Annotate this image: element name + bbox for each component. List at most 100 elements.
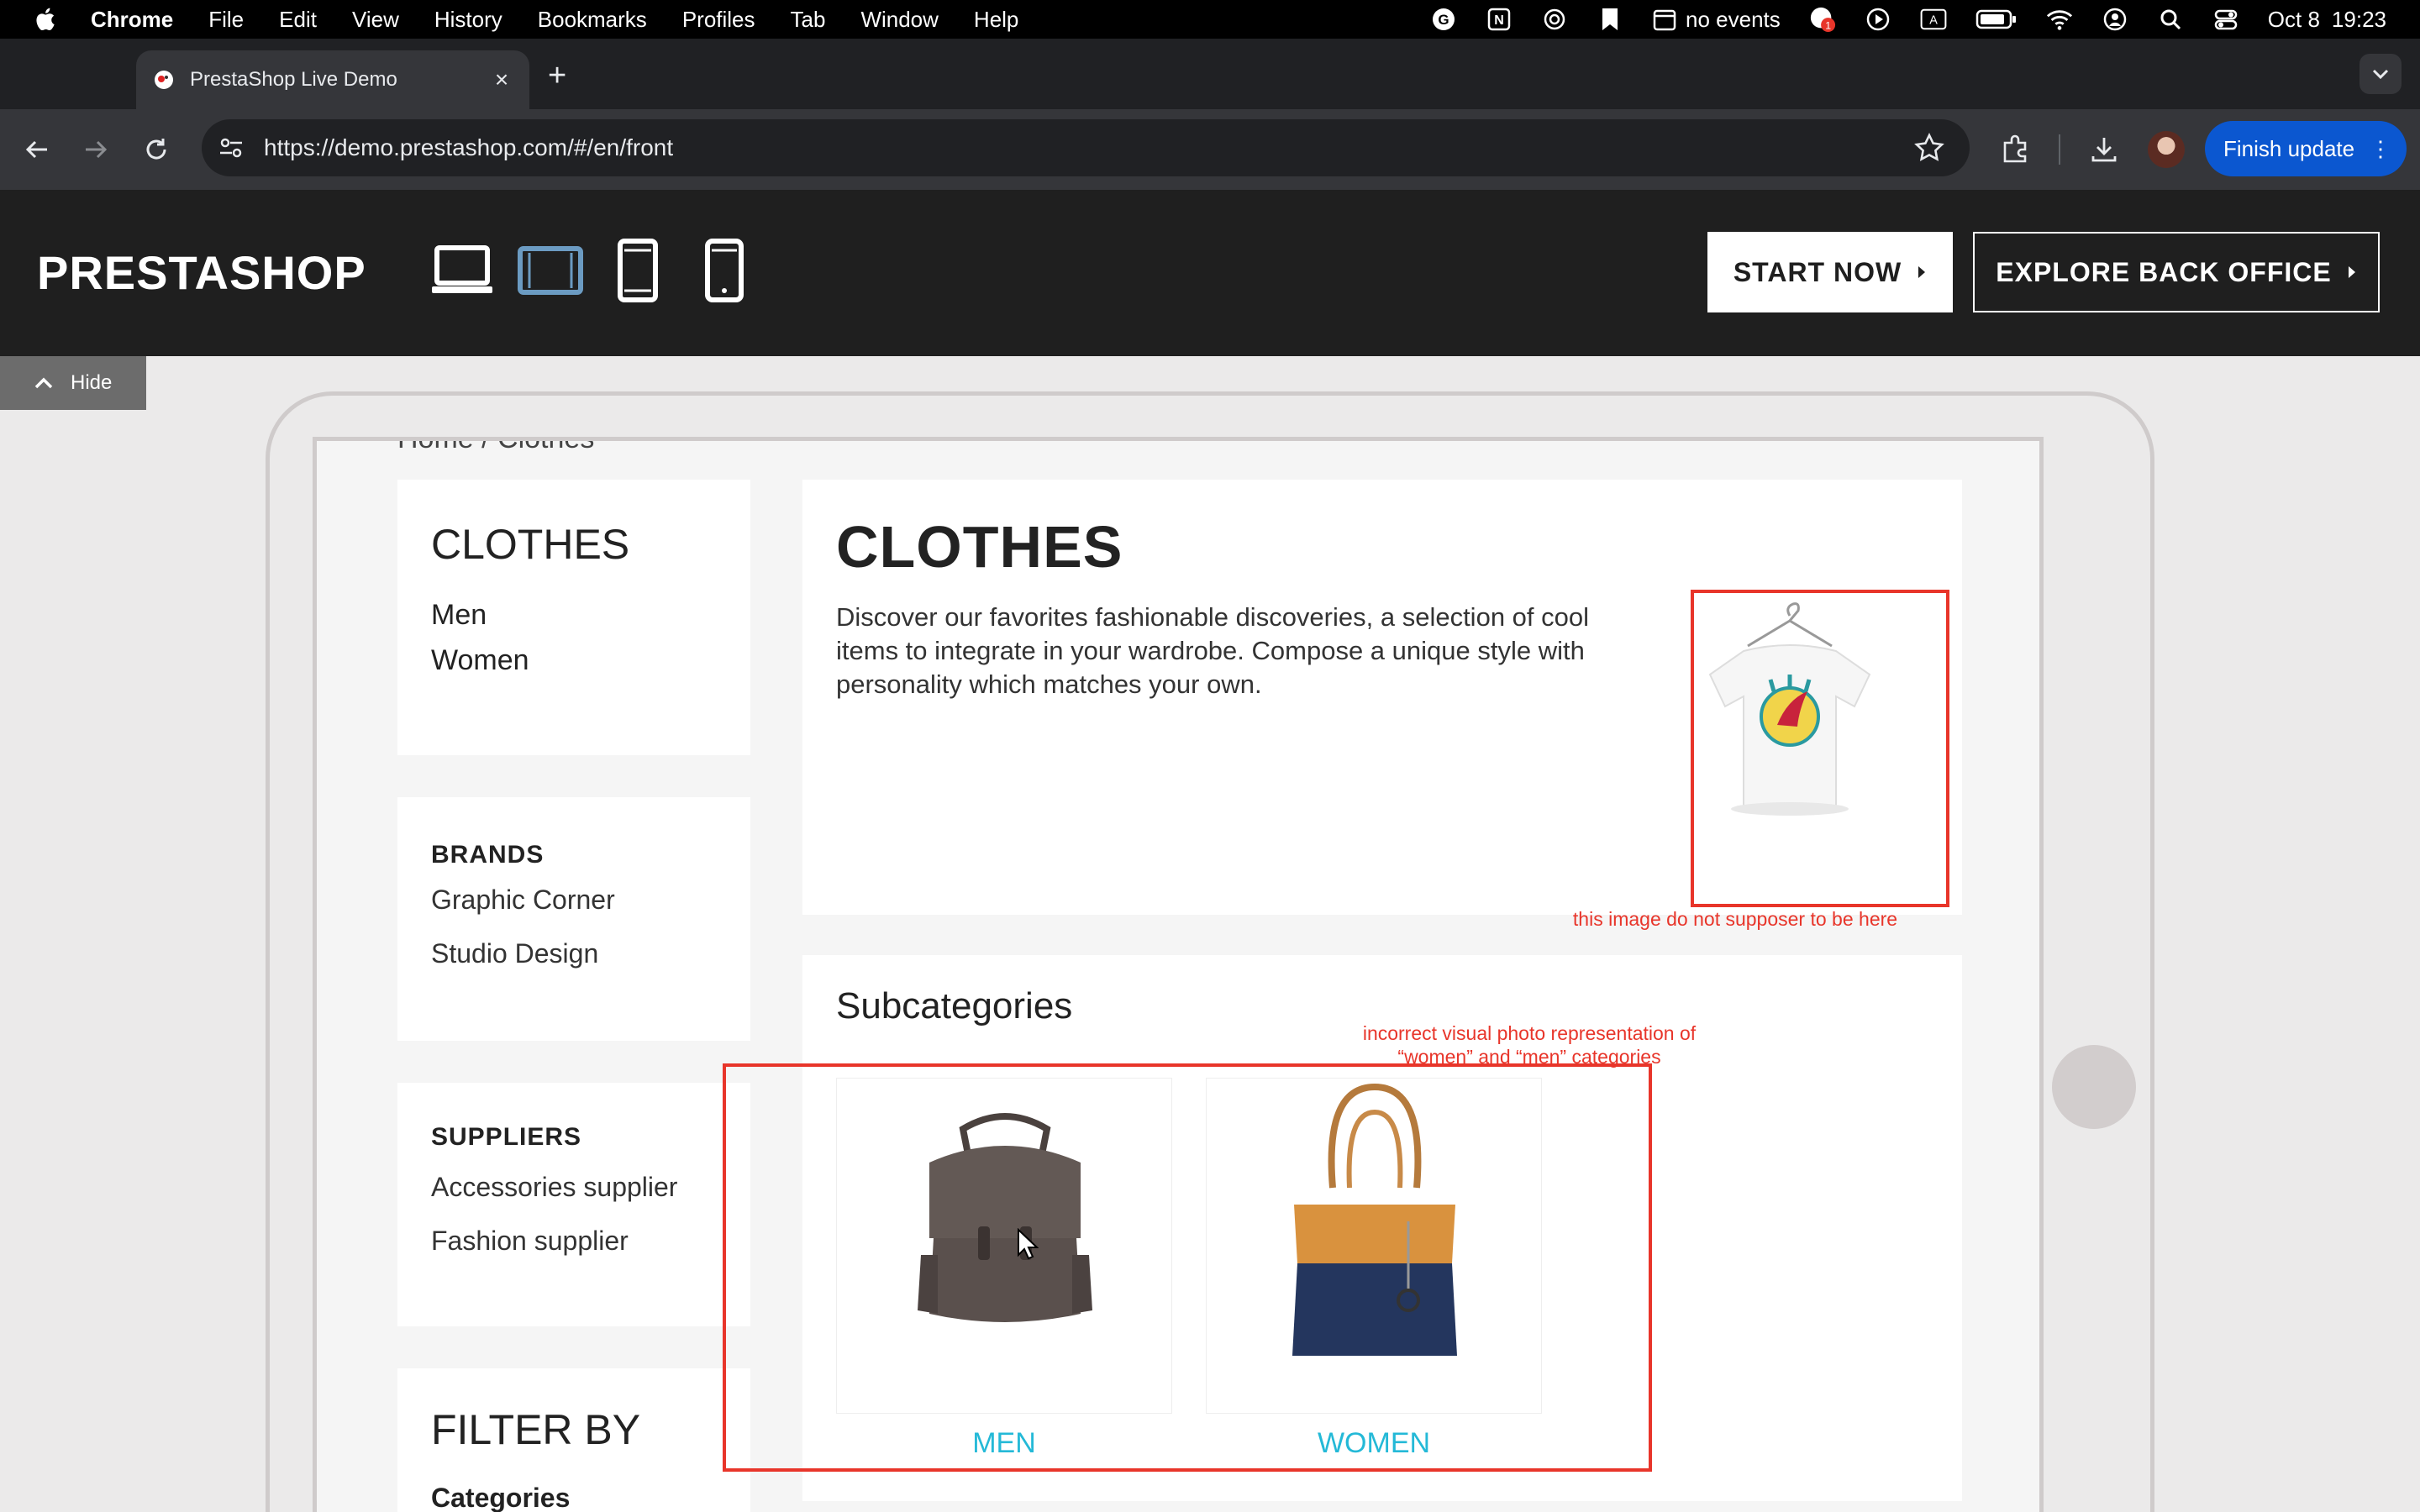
menu-view[interactable]: View bbox=[352, 7, 399, 33]
keyboard-input-icon[interactable]: A bbox=[1920, 6, 1947, 33]
device-mobile-button[interactable] bbox=[704, 239, 744, 302]
calendar-icon[interactable]: no events bbox=[1652, 6, 1781, 33]
tab-prestashop-live-demo[interactable]: PrestaShop Live Demo × bbox=[136, 50, 529, 109]
start-now-button[interactable]: START NOW bbox=[1707, 232, 1953, 312]
tablet-home-button[interactable] bbox=[2052, 1045, 2136, 1129]
chevron-down-icon bbox=[2372, 69, 2389, 80]
control-center-icon[interactable] bbox=[2212, 6, 2239, 33]
mobile-phone-icon bbox=[705, 239, 744, 302]
wifi-icon[interactable] bbox=[2046, 6, 2073, 33]
forward-button[interactable] bbox=[77, 131, 114, 168]
supplier-link-accessories[interactable]: Accessories supplier bbox=[431, 1172, 677, 1203]
menubar-status-area: G N no events 1 A Oct 8 19:23 bbox=[1430, 0, 2386, 39]
extensions-icon[interactable] bbox=[1998, 133, 2032, 166]
notion-icon[interactable]: N bbox=[1486, 6, 1512, 33]
sidebar-category-title[interactable]: CLOTHES bbox=[431, 520, 629, 569]
menu-app-chrome[interactable]: Chrome bbox=[91, 7, 173, 33]
annotation-image-box bbox=[1691, 590, 1949, 907]
tab-close-icon[interactable]: × bbox=[489, 67, 514, 92]
tablet-portrait-icon bbox=[618, 239, 658, 302]
new-tab-icon[interactable]: + bbox=[548, 59, 566, 92]
menu-window[interactable]: Window bbox=[860, 7, 938, 33]
arrow-left-icon bbox=[25, 140, 47, 159]
brand-link-studio-design[interactable]: Studio Design bbox=[431, 938, 598, 969]
chatgpt-icon[interactable] bbox=[1541, 6, 1568, 33]
prestashop-logo[interactable]: PRESTASHOP bbox=[37, 245, 366, 300]
menubar-time[interactable]: 19:23 bbox=[2332, 7, 2386, 33]
annotation-subcategory-note-line2: “women” and “men” categories bbox=[1397, 1046, 1661, 1068]
notification-count: 1 bbox=[1825, 19, 1831, 31]
explore-back-office-button[interactable]: EXPLORE BACK OFFICE bbox=[1973, 232, 2380, 312]
menu-bookmarks[interactable]: Bookmarks bbox=[538, 7, 647, 33]
prestashop-favicon-icon bbox=[155, 71, 173, 89]
finish-update-label: Finish update bbox=[2223, 135, 2355, 161]
breadcrumb[interactable]: Home / Clothes bbox=[397, 441, 594, 455]
device-desktop-button[interactable] bbox=[430, 239, 494, 302]
apple-logo-icon[interactable] bbox=[32, 5, 60, 34]
sidebar-filter-block: FILTER BY Categories bbox=[397, 1368, 750, 1512]
demo-header: PRESTASHOP START NOW EXPLORE BACK OFFICE bbox=[0, 190, 2420, 356]
brands-title: BRANDS bbox=[431, 841, 544, 869]
back-button[interactable] bbox=[18, 131, 55, 168]
sidebar-category-block: CLOTHES Men Women bbox=[397, 480, 750, 755]
notification-icon[interactable]: 1 bbox=[1809, 6, 1836, 33]
user-icon[interactable] bbox=[2102, 6, 2128, 33]
menu-edit[interactable]: Edit bbox=[279, 7, 317, 33]
start-now-label: START NOW bbox=[1733, 256, 1902, 287]
annotation-image-note: this image do not supposer to be here bbox=[1572, 908, 1898, 930]
menu-history[interactable]: History bbox=[434, 7, 502, 33]
sidebar-link-men[interactable]: Men bbox=[431, 599, 487, 632]
macos-menu-bar: Chrome File Edit View History Bookmarks … bbox=[0, 0, 2420, 39]
bookmark-star-icon[interactable] bbox=[1914, 133, 1944, 163]
brand-link-graphic-corner[interactable]: Graphic Corner bbox=[431, 885, 615, 916]
filter-by-title: FILTER BY bbox=[431, 1406, 641, 1453]
annotation-subcategory-note-line1: incorrect visual photo representation of bbox=[1362, 1022, 1697, 1044]
url-text[interactable]: https://demo.prestashop.com/#/en/front bbox=[264, 134, 673, 161]
caret-right-icon bbox=[2348, 266, 2355, 278]
explore-back-office-label: EXPLORE BACK OFFICE bbox=[1996, 256, 2332, 287]
menubar-date[interactable]: Oct 8 bbox=[2268, 7, 2320, 33]
browser-toolbar: https://demo.prestashop.com/#/en/front F… bbox=[0, 109, 2420, 190]
chevron-up-icon bbox=[34, 377, 53, 389]
bookmark-icon[interactable] bbox=[1597, 6, 1623, 33]
menu-help[interactable]: Help bbox=[974, 7, 1018, 33]
suppliers-title: SUPPLIERS bbox=[431, 1123, 582, 1151]
annotation-subcategory-box bbox=[723, 1063, 1652, 1472]
finish-update-button[interactable]: Finish update ⋮ bbox=[2205, 121, 2407, 176]
device-tablet-landscape-button[interactable] bbox=[518, 239, 583, 302]
hide-label: Hide bbox=[71, 371, 113, 394]
battery-icon[interactable] bbox=[1975, 6, 2018, 33]
grammarly-icon[interactable]: G bbox=[1430, 6, 1457, 33]
arrow-right-icon bbox=[86, 140, 108, 159]
device-tablet-portrait-button[interactable] bbox=[617, 239, 659, 302]
sidebar-link-women[interactable]: Women bbox=[431, 644, 529, 677]
reload-icon bbox=[146, 139, 166, 160]
toolbar-separator bbox=[2059, 134, 2060, 165]
browser-tab-strip: PrestaShop Live Demo × + bbox=[0, 39, 2420, 109]
filter-categories-label[interactable]: Categories bbox=[431, 1483, 570, 1512]
tablet-landscape-icon bbox=[518, 246, 583, 295]
tab-search-button[interactable] bbox=[2360, 54, 2402, 94]
menu-profiles[interactable]: Profiles bbox=[682, 7, 755, 33]
site-info-icon[interactable] bbox=[217, 134, 245, 162]
menu-file[interactable]: File bbox=[208, 7, 244, 33]
address-bar[interactable]: https://demo.prestashop.com/#/en/front bbox=[202, 119, 1970, 176]
downloads-icon[interactable] bbox=[2087, 133, 2121, 166]
sidebar-suppliers-block: SUPPLIERS Accessories supplier Fashion s… bbox=[397, 1083, 750, 1326]
play-icon[interactable] bbox=[1865, 6, 1891, 33]
menu-tab[interactable]: Tab bbox=[791, 7, 826, 33]
input-source-label: A bbox=[1929, 14, 1938, 28]
page-title: CLOTHES bbox=[836, 514, 1123, 580]
supplier-link-fashion[interactable]: Fashion supplier bbox=[431, 1226, 629, 1257]
spotlight-search-icon[interactable] bbox=[2157, 6, 2184, 33]
more-vertical-icon[interactable]: ⋮ bbox=[2370, 136, 2391, 161]
tab-title: PrestaShop Live Demo bbox=[190, 68, 397, 91]
svg-text:G: G bbox=[1438, 12, 1449, 28]
svg-text:N: N bbox=[1494, 13, 1504, 28]
reload-button[interactable] bbox=[138, 131, 175, 168]
sidebar-brands-block: BRANDS Graphic Corner Studio Design bbox=[397, 797, 750, 1041]
subcategories-title: Subcategories bbox=[836, 985, 1073, 1026]
hide-header-button[interactable]: Hide bbox=[0, 356, 146, 410]
profile-avatar[interactable] bbox=[2148, 131, 2185, 168]
calendar-status-text: no events bbox=[1686, 6, 1781, 32]
